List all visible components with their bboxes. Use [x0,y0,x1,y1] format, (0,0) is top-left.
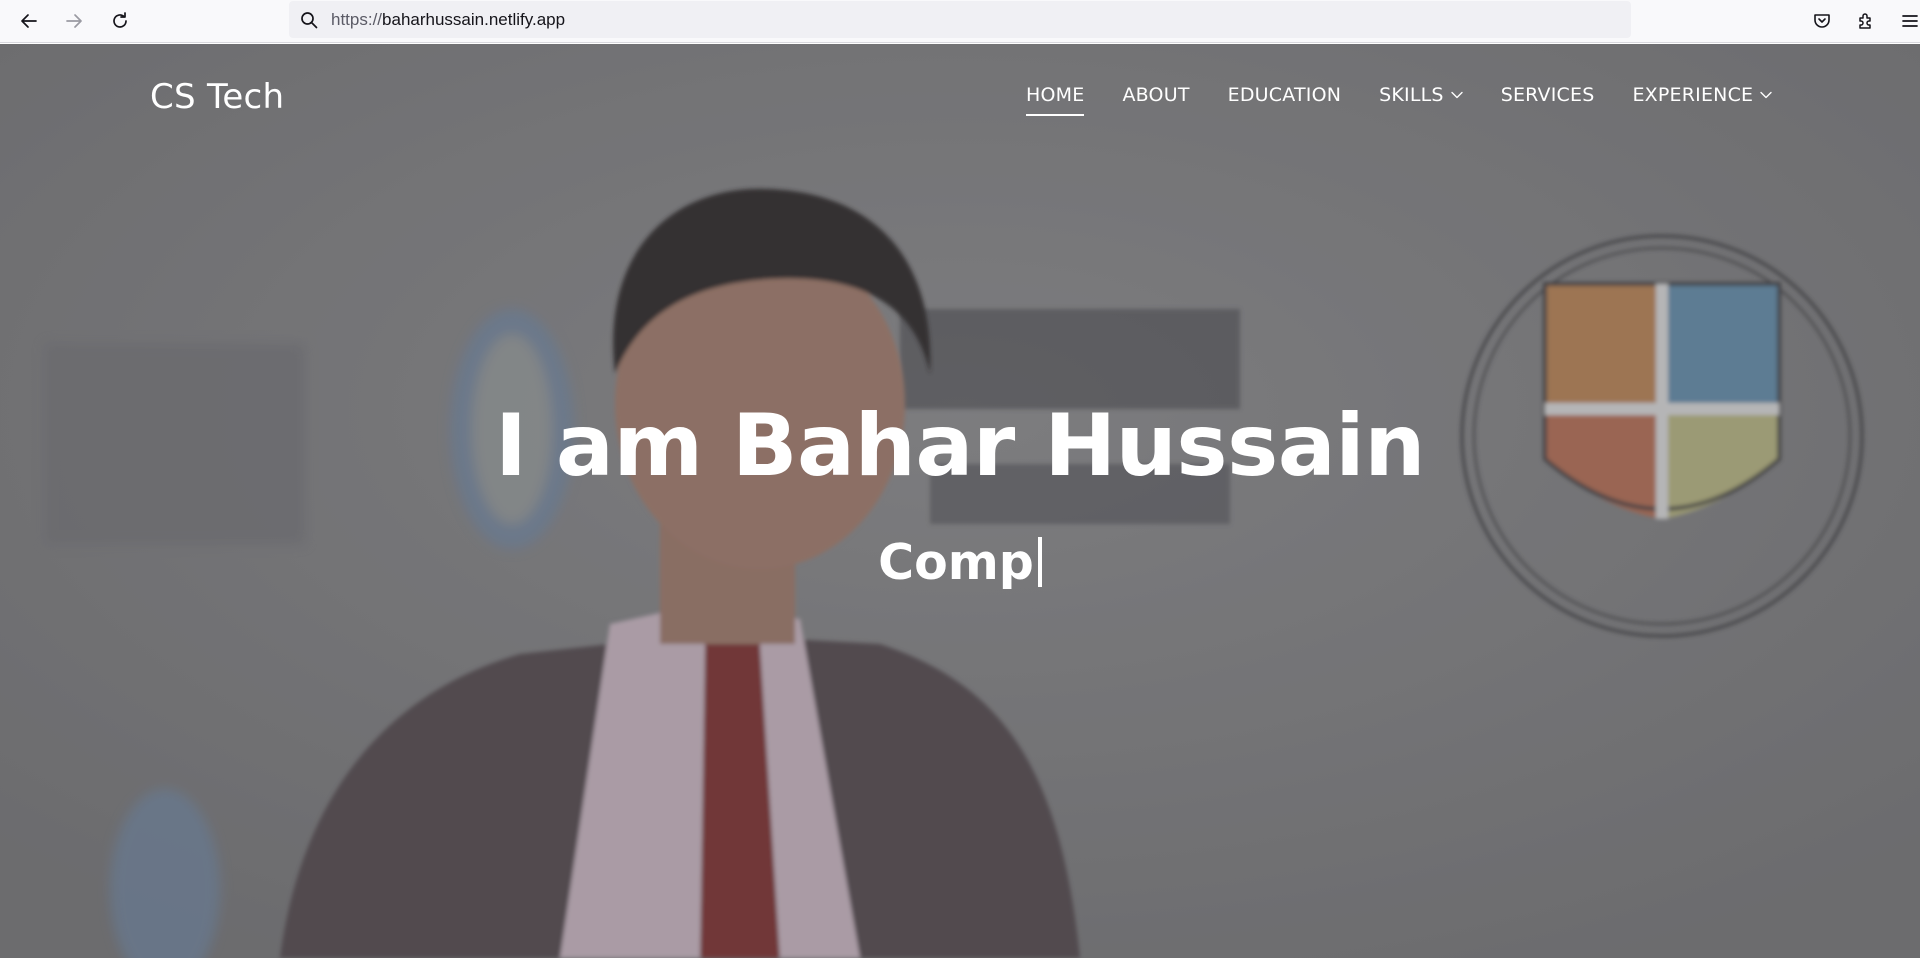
nav-label: EDUCATION [1227,84,1342,106]
web-page: CS Tech HOME ABOUT EDUCATION SKILLS SERV… [0,44,1920,958]
chevron-down-icon [1451,91,1463,99]
url-protocol: https:// [331,9,383,29]
main-navigation: HOME ABOUT EDUCATION SKILLS SERVICES EXP… [1026,84,1810,116]
nav-item-experience[interactable]: EXPERIENCE [1632,84,1772,106]
nav-label: EXPERIENCE [1632,84,1754,106]
app-menu-button[interactable] [1893,4,1920,38]
menu-icon [1902,15,1918,27]
pocket-icon [1814,14,1830,28]
hero-title: I am Bahar Hussain [494,396,1426,496]
search-icon [301,11,318,28]
url-text: https://baharhussain.netlify.app [331,10,565,30]
nav-item-home[interactable]: HOME [1026,84,1085,116]
hero-typed-subtitle: Comp [0,534,1920,591]
nav-label: ABOUT [1122,84,1190,106]
nav-item-services[interactable]: SERVICES [1501,84,1595,106]
url-host: baharhussain.netlify.app [382,9,566,29]
nav-label: SKILLS [1379,84,1444,106]
forward-arrow-icon [66,14,82,28]
extensions-button[interactable] [1849,4,1883,38]
back-button[interactable] [12,4,46,38]
nav-item-skills[interactable]: SKILLS [1379,84,1463,106]
back-arrow-icon [21,14,37,28]
address-bar[interactable]: https://baharhussain.netlify.app [289,1,1631,38]
nav-item-education[interactable]: EDUCATION [1228,84,1342,106]
nav-label: SERVICES [1500,84,1595,106]
typing-cursor [1037,537,1042,587]
reload-button[interactable] [103,4,137,38]
reload-icon [113,12,127,28]
forward-button[interactable] [57,4,91,38]
pocket-button[interactable] [1805,4,1839,38]
extensions-icon [1859,13,1871,29]
chevron-down-icon [1760,91,1772,99]
typed-text: Comp [878,534,1034,591]
nav-item-about[interactable]: ABOUT [1122,84,1189,106]
site-brand[interactable]: CS Tech [150,77,284,117]
nav-label: HOME [1026,84,1085,106]
hero-overlay [0,44,1920,958]
browser-toolbar: https://baharhussain.netlify.app [0,0,1920,43]
